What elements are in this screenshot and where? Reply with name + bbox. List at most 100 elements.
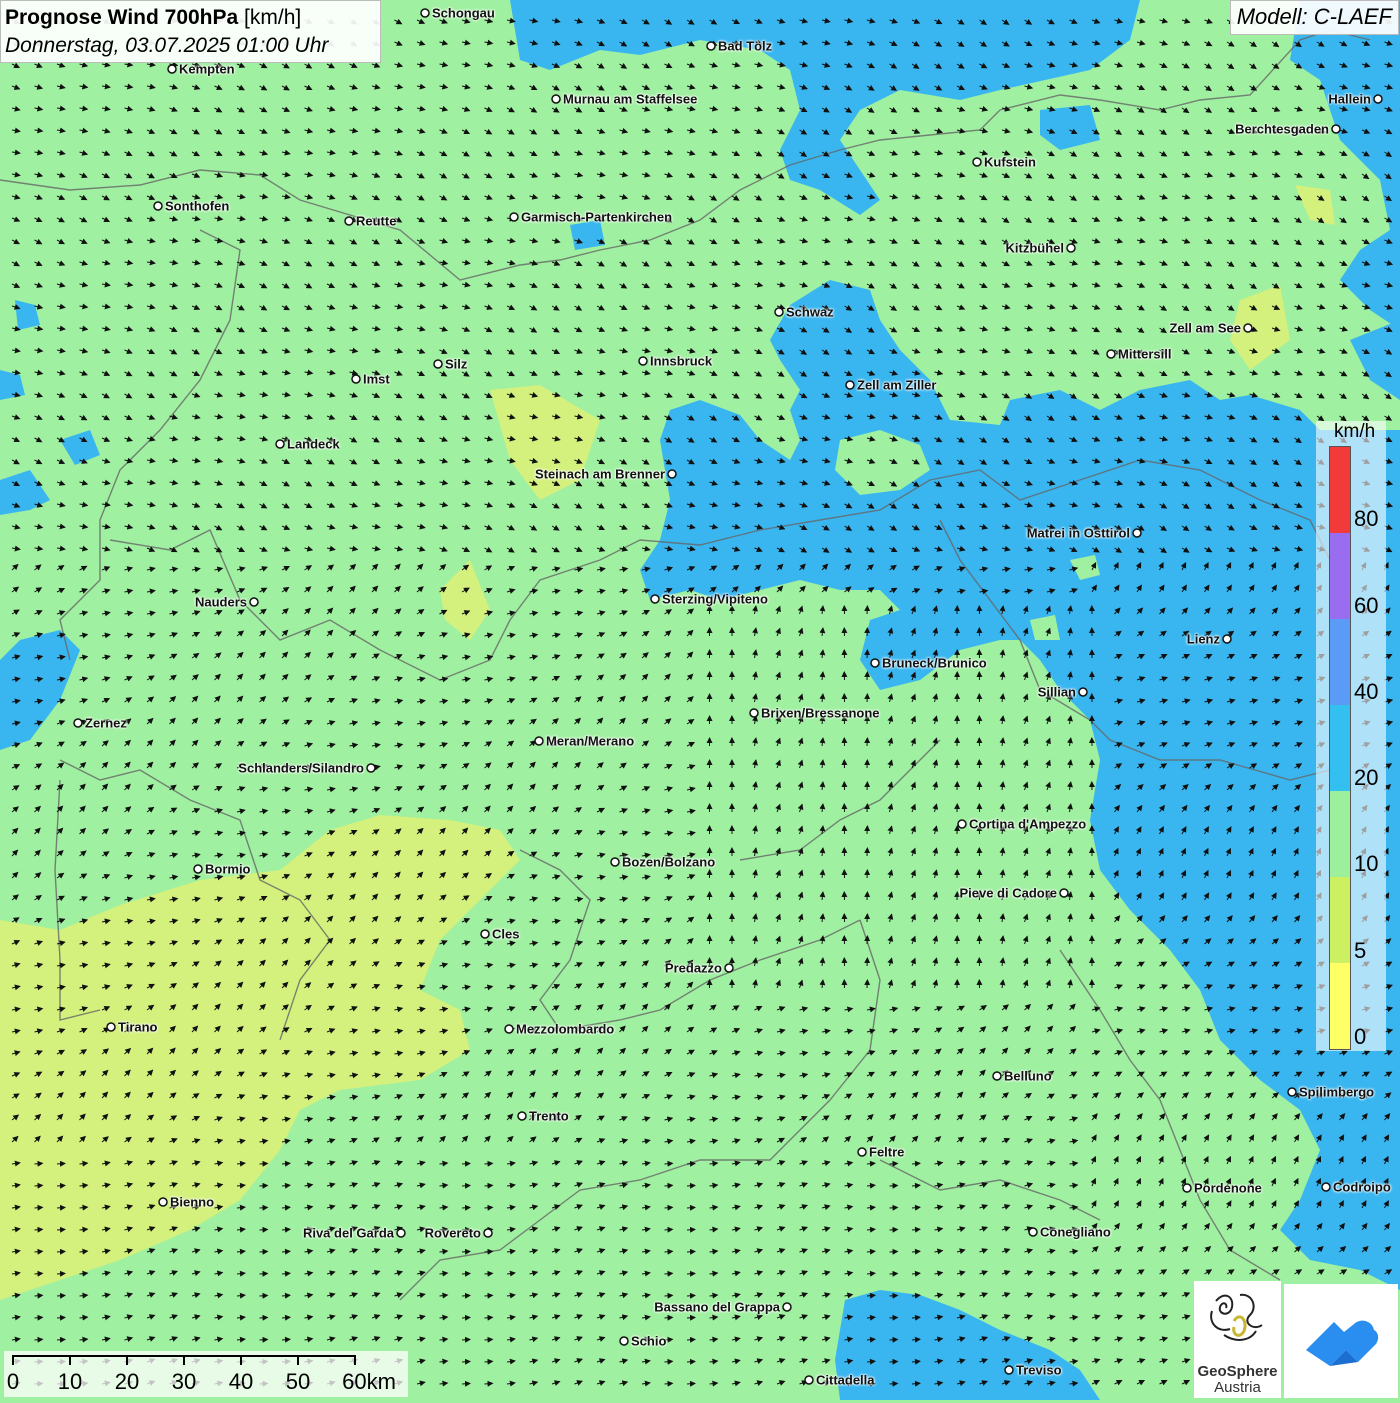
city-marker-hallein[interactable] <box>1374 95 1382 103</box>
wind-arrow <box>462 1185 470 1186</box>
wind-arrow <box>57 1229 65 1230</box>
legend-tick-label: 20 <box>1354 765 1378 791</box>
city-marker-kitzb-hel[interactable] <box>1067 244 1075 252</box>
city-label-schwaz: Schwaz <box>786 305 834 320</box>
city-marker-rovereto[interactable] <box>484 1229 492 1237</box>
wind-arrow <box>890 1295 898 1296</box>
legend-segment <box>1330 963 1350 1049</box>
city-label-predazzo: Predazzo <box>665 961 722 976</box>
city-marker-zernez[interactable] <box>74 719 82 727</box>
wind-arrow <box>35 1207 43 1208</box>
geosphere-logo[interactable]: GeoSphere Austria <box>1194 1281 1281 1398</box>
wind-arrow <box>665 1383 673 1384</box>
city-marker-riva-del-garda[interactable] <box>397 1229 405 1237</box>
city-marker-berchtesgaden[interactable] <box>1332 125 1340 133</box>
wind-arrow <box>687 1185 695 1186</box>
city-marker-bad-t-lz[interactable] <box>707 42 715 50</box>
city-marker-brixen-bressanone[interactable] <box>750 709 758 717</box>
city-label-silz: Silz <box>445 357 467 372</box>
forecast-datetime: Donnerstag, 03.07.2025 01:00 Uhr <box>5 32 376 60</box>
city-label-kempten: Kempten <box>179 62 235 77</box>
city-marker-pieve-di-cadore[interactable] <box>1060 889 1068 897</box>
city-marker-trento[interactable] <box>518 1112 526 1120</box>
city-marker-bormio[interactable] <box>194 865 202 873</box>
city-marker-bienno[interactable] <box>159 1198 167 1206</box>
city-label-imst: Imst <box>363 372 390 387</box>
wind-arrow <box>462 1207 470 1208</box>
wind-arrow <box>665 1251 673 1252</box>
city-label-mezzolombardo: Mezzolombardo <box>516 1022 614 1037</box>
city-marker-schio[interactable] <box>620 1337 628 1345</box>
city-marker-schongau[interactable] <box>421 9 429 17</box>
city-marker-meran-merano[interactable] <box>535 737 543 745</box>
legend-segment <box>1330 447 1350 533</box>
city-marker-zell-am-see[interactable] <box>1244 324 1252 332</box>
city-marker-kufstein[interactable] <box>973 158 981 166</box>
city-marker-murnau-am-staffelsee[interactable] <box>552 95 560 103</box>
wind-arrow <box>890 1383 898 1384</box>
city-label-lienz: Lienz <box>1187 632 1220 647</box>
city-marker-schlanders-silandro[interactable] <box>367 764 375 772</box>
city-label-nauders: Nauders <box>195 595 247 610</box>
city-marker-cittadella[interactable] <box>805 1376 813 1384</box>
city-marker-conegliano[interactable] <box>1029 1228 1037 1236</box>
city-label-mittersill: Mittersill <box>1118 347 1171 362</box>
city-marker-predazzo[interactable] <box>725 964 733 972</box>
wind-arrow <box>485 1185 493 1186</box>
wind-arrow <box>260 1251 268 1252</box>
city-marker-bozen-bolzano[interactable] <box>611 858 619 866</box>
wind-arrow <box>485 1207 493 1208</box>
city-label-hallein: Hallein <box>1328 92 1371 107</box>
cloud-arrow-icon <box>1284 1284 1398 1398</box>
city-marker-sillian[interactable] <box>1079 688 1087 696</box>
city-marker-zell-am-ziller[interactable] <box>846 381 854 389</box>
scale-label: 60km <box>342 1369 396 1395</box>
wind-arrow <box>462 1251 470 1252</box>
wind-arrow <box>687 1317 695 1318</box>
wind-arrow <box>890 1251 898 1252</box>
city-marker-imst[interactable] <box>352 375 360 383</box>
scale-label: 30 <box>172 1369 196 1395</box>
wind-arrow <box>485 1163 493 1164</box>
city-marker-cortina-d-ampezzo[interactable] <box>958 820 966 828</box>
city-marker-sterzing-vipiteno[interactable] <box>651 595 659 603</box>
city-marker-pordenone[interactable] <box>1183 1184 1191 1192</box>
city-marker-tirano[interactable] <box>107 1023 115 1031</box>
scale-tick <box>126 1355 128 1365</box>
city-marker-codroipo[interactable] <box>1322 1183 1330 1191</box>
city-marker-spilimbergo[interactable] <box>1288 1088 1296 1096</box>
wind-arrow <box>35 1229 43 1230</box>
city-marker-sonthofen[interactable] <box>154 202 162 210</box>
wind-arrow <box>462 1273 470 1274</box>
city-marker-mittersill[interactable] <box>1107 350 1115 358</box>
city-marker-steinach-am-brenner[interactable] <box>668 470 676 478</box>
wind-arrow <box>260 1207 268 1208</box>
city-marker-matrei-in-osttirol[interactable] <box>1133 529 1141 537</box>
city-marker-silz[interactable] <box>434 360 442 368</box>
city-label-brixen-bressanone: Brixen/Bressanone <box>761 706 880 721</box>
city-marker-nauders[interactable] <box>250 598 258 606</box>
geosphere-logo-line1: GeoSphere <box>1194 1363 1281 1380</box>
city-marker-garmisch-partenkirchen[interactable] <box>510 213 518 221</box>
scale-label: 10 <box>58 1369 82 1395</box>
scale-label: 20 <box>115 1369 139 1395</box>
city-marker-mezzolombardo[interactable] <box>505 1025 513 1033</box>
scale-tick <box>69 1355 71 1365</box>
city-marker-innsbruck[interactable] <box>639 357 647 365</box>
app-logo[interactable] <box>1284 1284 1398 1398</box>
city-marker-landeck[interactable] <box>276 440 284 448</box>
city-marker-feltre[interactable] <box>858 1148 866 1156</box>
city-marker-lienz[interactable] <box>1223 635 1231 643</box>
city-marker-bruneck-brunico[interactable] <box>871 659 879 667</box>
city-marker-belluno[interactable] <box>993 1072 1001 1080</box>
wind-arrow <box>665 1207 673 1208</box>
city-marker-kempten[interactable] <box>168 65 176 73</box>
city-marker-cles[interactable] <box>481 930 489 938</box>
wind-arrow <box>687 1207 695 1208</box>
city-marker-schwaz[interactable] <box>775 308 783 316</box>
city-marker-treviso[interactable] <box>1005 1366 1013 1374</box>
city-marker-bassano-del-grappa[interactable] <box>783 1303 791 1311</box>
city-label-feltre: Feltre <box>869 1145 904 1160</box>
wind-arrow <box>57 1339 65 1340</box>
city-marker-reutte[interactable] <box>345 217 353 225</box>
